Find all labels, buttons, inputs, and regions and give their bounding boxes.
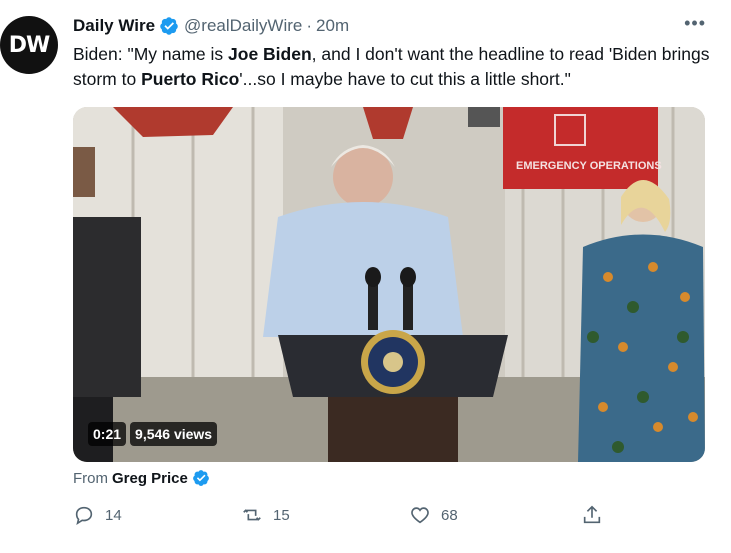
reply-count: 14	[105, 506, 122, 524]
verified-badge-icon	[160, 17, 178, 35]
attribution-prefix: From	[73, 469, 108, 487]
heart-icon	[411, 507, 429, 524]
tweet-text-bold-2: Puerto Rico	[141, 69, 240, 89]
like-button[interactable]: 68	[409, 504, 458, 526]
tweet-header: Daily Wire @realDailyWire · 20m	[73, 14, 711, 38]
attribution-source[interactable]: Greg Price	[112, 470, 188, 487]
avatar[interactable]: DW	[0, 16, 58, 74]
emergency-sign-text: EMERGENCY OPERATIONS	[516, 160, 662, 172]
retweet-count: 15	[273, 506, 290, 524]
tweet-text-bold-1: Joe Biden	[228, 44, 312, 64]
more-options-icon[interactable]: •••	[684, 13, 706, 34]
timestamp[interactable]: 20m	[316, 16, 349, 36]
video-views: 9,546 views	[130, 422, 218, 446]
tweet-text: Biden: "My name is Joe Biden, and I don'…	[73, 42, 713, 92]
share-icon	[583, 505, 601, 524]
display-name[interactable]: Daily Wire	[73, 16, 155, 36]
handle[interactable]: @realDailyWire	[184, 16, 302, 36]
retweet-button[interactable]: 15	[241, 504, 290, 526]
verified-badge-icon	[192, 470, 209, 486]
like-count: 68	[441, 506, 458, 524]
tweet-actions: 14 15 68	[73, 504, 613, 530]
reply-icon	[75, 506, 93, 526]
video-player[interactable]: EMERGENCY OPERATIONS	[73, 107, 705, 462]
reply-button[interactable]: 14	[73, 504, 122, 526]
retweet-icon	[243, 509, 261, 521]
tweet-text-part-1: Biden: "My name is	[73, 44, 229, 64]
video-stats: 0:21 9,546 views	[88, 422, 218, 446]
tweet-text-part-3: '...so I maybe have to cut this a little…	[239, 69, 571, 89]
share-button[interactable]	[581, 504, 613, 526]
avatar-text: DW	[8, 32, 51, 58]
video-frame: EMERGENCY OPERATIONS	[73, 107, 705, 462]
video-duration: 0:21	[88, 422, 127, 446]
separator-dot: ·	[306, 16, 313, 35]
attribution: From Greg Price	[73, 469, 210, 487]
